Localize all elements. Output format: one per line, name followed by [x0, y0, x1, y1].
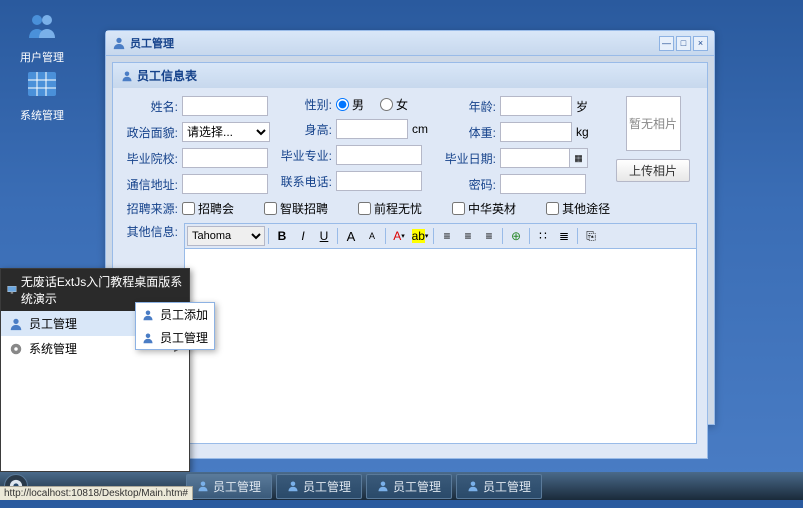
label-source: 招聘来源:: [123, 200, 178, 217]
input-phone[interactable]: [336, 171, 422, 191]
user-icon: [467, 480, 479, 492]
window-titlebar[interactable]: 员工管理 — □ ×: [106, 31, 714, 56]
submenu-add[interactable]: 员工添加: [136, 303, 214, 326]
user-icon: [112, 36, 126, 50]
user-icon: [121, 70, 133, 82]
chk-source-2[interactable]: 前程无忧: [358, 200, 422, 217]
input-height[interactable]: [336, 119, 408, 139]
task-item[interactable]: 员工管理: [456, 474, 542, 499]
form-panel: 员工信息表 姓名: 政治面貌:请选择... 毕业院校: 通信地址: 性别: 男 …: [112, 62, 708, 459]
highlight-icon[interactable]: ab▾: [410, 226, 430, 246]
underline-icon[interactable]: U: [314, 226, 334, 246]
input-graddate-wrap: ▦: [500, 148, 588, 168]
label-address: 通信地址:: [123, 176, 178, 193]
label-phone: 联系电话:: [277, 173, 332, 190]
input-graddate[interactable]: [500, 148, 570, 168]
gear-icon: [9, 342, 23, 356]
submenu-manage[interactable]: 员工管理: [136, 326, 214, 349]
panel-body: 姓名: 政治面貌:请选择... 毕业院校: 通信地址: 性别: 男 女 身高:c…: [113, 88, 707, 458]
radio-female[interactable]: 女: [380, 96, 408, 113]
input-name[interactable]: [182, 96, 268, 116]
desktop-icon-label: 系统管理: [12, 107, 72, 123]
bold-icon[interactable]: B: [272, 226, 292, 246]
user-icon: [197, 480, 209, 492]
desktop-icon-users[interactable]: 用户管理: [12, 10, 72, 65]
label-weight: 体重:: [441, 124, 496, 141]
user-icon: [142, 309, 154, 321]
chk-source-0[interactable]: 招聘会: [182, 200, 234, 217]
label-school: 毕业院校:: [123, 150, 178, 167]
task-item[interactable]: 员工管理: [276, 474, 362, 499]
label-graddate: 毕业日期:: [441, 150, 496, 167]
radio-male[interactable]: 男: [336, 96, 364, 113]
label-other: 其他信息:: [123, 223, 178, 240]
list-ordered-icon[interactable]: ∷: [533, 226, 553, 246]
panel-title: 员工信息表: [137, 67, 197, 84]
font-select[interactable]: Tahoma: [187, 226, 265, 246]
input-school[interactable]: [182, 148, 268, 168]
chk-source-4[interactable]: 其他途径: [546, 200, 610, 217]
window-employee: 员工管理 — □ × 员工信息表 姓名: 政治面貌:请选择... 毕业院校: 通…: [105, 30, 715, 425]
label-major: 毕业专业:: [277, 147, 332, 164]
input-password[interactable]: [500, 174, 586, 194]
font-increase-icon[interactable]: A: [341, 226, 361, 246]
desktop-icon-system[interactable]: 系统管理: [12, 68, 72, 123]
start-submenu: 员工添加 员工管理: [135, 302, 215, 350]
start-menu: 无废话ExtJs入门教程桌面版系统演示 员工管理 ▶ 系统管理 ▶: [0, 268, 190, 472]
chk-source-3[interactable]: 中华英材: [452, 200, 516, 217]
window-title: 员工管理: [130, 35, 657, 51]
label-age: 年龄:: [441, 98, 496, 115]
task-item[interactable]: 员工管理: [366, 474, 452, 499]
input-major[interactable]: [336, 145, 422, 165]
link-icon[interactable]: ⊕: [506, 226, 526, 246]
align-left-icon[interactable]: ≡: [437, 226, 457, 246]
font-color-icon[interactable]: A▾: [389, 226, 409, 246]
select-politics[interactable]: 请选择...: [182, 122, 270, 142]
user-icon: [142, 332, 154, 344]
user-icon: [287, 480, 299, 492]
user-icon: [9, 317, 23, 331]
input-age[interactable]: [500, 96, 572, 116]
input-address[interactable]: [182, 174, 268, 194]
italic-icon[interactable]: I: [293, 226, 313, 246]
panel-header: 员工信息表: [113, 63, 707, 88]
source-edit-icon[interactable]: ⎘: [581, 226, 601, 246]
maximize-button[interactable]: □: [676, 36, 691, 51]
users-icon: [26, 10, 58, 42]
grid-icon: [26, 68, 58, 100]
label-password: 密码:: [441, 176, 496, 193]
desktop-icon-label: 用户管理: [12, 49, 72, 65]
monitor-icon: [7, 284, 17, 296]
richtext-toolbar: Tahoma B I U A A A▾ ab▾ ≡ ≡: [184, 223, 697, 249]
align-right-icon[interactable]: ≡: [479, 226, 499, 246]
richtext-editor[interactable]: [184, 249, 697, 444]
list-unordered-icon[interactable]: ≣: [554, 226, 574, 246]
user-icon: [377, 480, 389, 492]
label-gender: 性别:: [277, 96, 332, 113]
align-center-icon[interactable]: ≡: [458, 226, 478, 246]
task-item[interactable]: 员工管理: [186, 474, 272, 499]
input-weight[interactable]: [500, 122, 572, 142]
label-name: 姓名:: [123, 98, 178, 115]
label-height: 身高:: [277, 121, 332, 138]
status-url: http://localhost:10818/Desktop/Main.htm#: [0, 486, 193, 500]
close-button[interactable]: ×: [693, 36, 708, 51]
photo-placeholder: 暂无相片: [626, 96, 681, 151]
upload-photo-button[interactable]: 上传相片: [616, 159, 690, 182]
chk-source-1[interactable]: 智联招聘: [264, 200, 328, 217]
font-decrease-icon[interactable]: A: [362, 226, 382, 246]
minimize-button[interactable]: —: [659, 36, 674, 51]
calendar-icon[interactable]: ▦: [570, 148, 588, 168]
label-politics: 政治面貌:: [123, 124, 178, 141]
